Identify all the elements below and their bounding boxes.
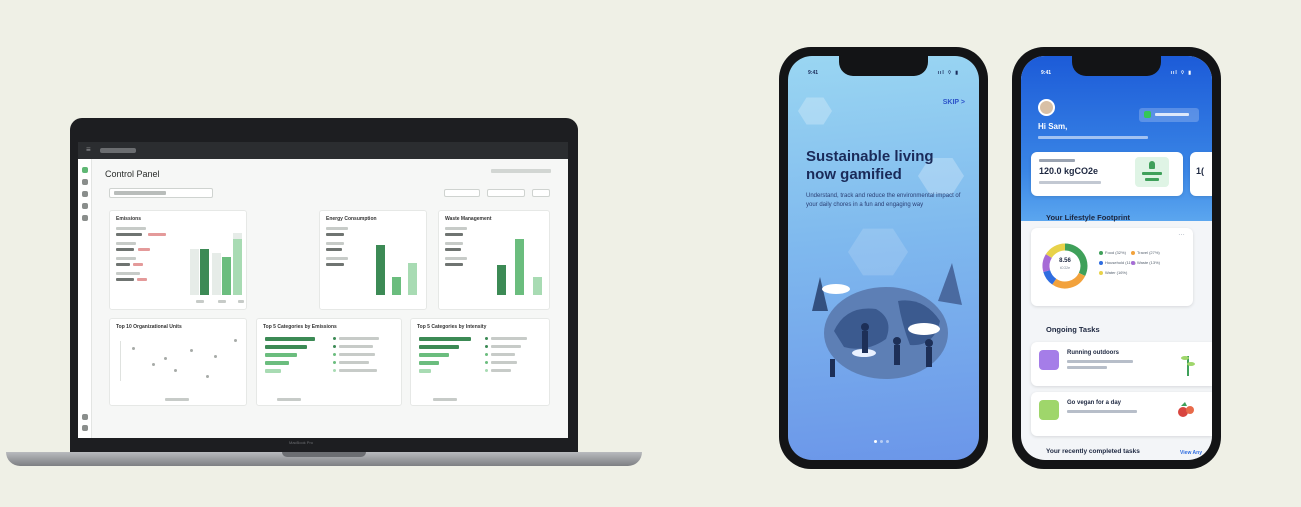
more-icon[interactable]: … <box>1178 230 1185 237</box>
energy-bar-chart <box>376 243 422 295</box>
dashboard-screen: 9:41 ııl ⌔ ▮ Hi Sam, 120.0 kgCO2e 1( You… <box>1021 56 1212 460</box>
sidebar-home-icon[interactable] <box>82 167 88 173</box>
legend-swatch <box>1099 271 1103 275</box>
avatar[interactable] <box>1038 99 1055 116</box>
top-categories-emissions-title: Top 5 Categories by Emissions <box>263 324 337 330</box>
emissions-title: Emissions <box>116 216 142 222</box>
dashboard-phone: 9:41 ııl ⌔ ▮ Hi Sam, 120.0 kgCO2e 1( You… <box>1012 47 1221 469</box>
menu-icon[interactable]: ≡ <box>86 146 91 154</box>
task-card-2[interactable]: Go vegan for a day <box>1031 392 1212 436</box>
waste-title: Waste Management <box>445 216 492 222</box>
top-units-title: Top 10 Organizational Units <box>116 324 182 330</box>
donut-slice <box>1043 269 1057 285</box>
status-icons: ııl ⌔ ▮ <box>1170 70 1192 76</box>
vegetables-icon <box>1178 402 1194 417</box>
energy-panel: Energy Consumption <box>319 210 427 310</box>
phone-notch <box>1072 56 1161 76</box>
unit-select[interactable] <box>487 189 525 197</box>
trees-badge <box>1135 157 1169 187</box>
ongoing-title: Ongoing Tasks <box>1046 325 1100 334</box>
top-bar: ≡ <box>78 142 568 159</box>
sidebar-settings-icon[interactable] <box>82 414 88 420</box>
points-badge[interactable] <box>1139 108 1199 122</box>
sidebar-chart-icon[interactable] <box>82 179 88 185</box>
carbon-label <box>1039 159 1075 162</box>
top-categories-intensity-title: Top 5 Categories by Intensity <box>417 324 487 330</box>
lifestyle-title: Your Lifestyle Footprint <box>1046 213 1131 222</box>
legend-label: Water (16%) <box>1105 270 1128 275</box>
period-select[interactable] <box>444 189 480 197</box>
legend-label: Food (32%) <box>1105 250 1126 255</box>
sidebar-help-icon[interactable] <box>82 425 88 431</box>
onboarding-screen: 9:41 ııl ⌔ ▮ SKIP > Sustainable living n… <box>788 56 979 460</box>
top-categories-emissions-panel: Top 5 Categories by Emissions <box>256 318 402 406</box>
skip-button[interactable]: SKIP > <box>943 99 965 106</box>
legend-label: Waste (13%) <box>1137 260 1160 265</box>
waste-bar-chart <box>497 239 547 295</box>
laptop-screen: ≡ Control Panel Emissions Energy Consump… <box>78 142 568 438</box>
task-card-1[interactable]: Running outdoors <box>1031 342 1212 386</box>
laptop-hinge-notch <box>282 452 366 457</box>
carbon-card-next[interactable]: 1( <box>1190 152 1212 196</box>
task-title: Running outdoors <box>1067 350 1119 356</box>
legend-swatch <box>1131 251 1135 255</box>
donut-slice <box>1052 272 1086 289</box>
last-updated-text <box>491 169 551 173</box>
sidebar <box>78 159 92 438</box>
energy-title: Energy Consumption <box>326 216 377 222</box>
carbon-subtitle <box>1039 181 1101 184</box>
earth-illustration <box>812 263 962 379</box>
top-categories-intensity-panel: Top 5 Categories by Intensity <box>410 318 550 406</box>
page-indicator-3[interactable] <box>886 440 889 443</box>
donut-slice <box>1045 243 1066 259</box>
status-time: 9:41 <box>1041 70 1052 76</box>
brand-logo <box>100 148 136 153</box>
check-icon <box>1144 111 1151 118</box>
onboarding-phone: 9:41 ııl ⌔ ▮ SKIP > Sustainable living n… <box>779 47 988 469</box>
legend-swatch <box>1131 261 1135 265</box>
top-units-panel: Top 10 Organizational Units <box>109 318 247 406</box>
legend-swatch <box>1099 251 1103 255</box>
dashboard-header: 9:41 ııl ⌔ ▮ Hi Sam, <box>1021 56 1212 221</box>
legend-swatch <box>1099 261 1103 265</box>
sidebar-list-icon[interactable] <box>82 191 88 197</box>
onboarding-headline: Sustainable living now gamified <box>806 148 934 183</box>
status-icons: ııl ⌔ ▮ <box>937 70 959 76</box>
vegan-icon <box>1039 400 1059 420</box>
chevron-right-icon: > <box>960 99 965 106</box>
greeting-subtitle <box>1038 136 1148 139</box>
onboarding-subtitle: Understand, track and reduce the environ… <box>806 193 961 208</box>
plant-icon <box>1181 356 1195 376</box>
emissions-bar-chart <box>190 233 242 295</box>
legend-label: Travel (27%) <box>1137 250 1160 255</box>
donut-unit: tCO2e <box>1059 266 1071 270</box>
organization-select[interactable] <box>109 188 213 198</box>
tree-icon <box>1149 161 1155 169</box>
laptop-model-label: MacBook Pro <box>289 440 314 445</box>
waste-panel: Waste Management <box>438 210 550 310</box>
page-indicator-1[interactable] <box>874 440 877 443</box>
carbon-value-next: 1( <box>1196 166 1205 176</box>
sidebar-report-icon[interactable] <box>82 215 88 221</box>
phone-notch <box>839 56 928 76</box>
lifestyle-card[interactable]: 8.56 tCO2e Food (32%) Travel (27%) Househo… <box>1031 228 1193 306</box>
donut-value: 8.56 <box>1059 258 1071 264</box>
emissions-panel: Emissions <box>109 210 247 310</box>
export-button[interactable] <box>532 189 550 197</box>
page-indicator-2[interactable] <box>880 440 883 443</box>
page-title: Control Panel <box>105 169 160 179</box>
running-icon <box>1039 350 1059 370</box>
greeting: Hi Sam, <box>1038 122 1068 131</box>
skip-label: SKIP <box>942 99 959 106</box>
view-all-link[interactable]: View Any <box>1180 450 1202 456</box>
completed-title: Your recently completed tasks <box>1046 448 1140 455</box>
carbon-card[interactable]: 120.0 kgCO2e <box>1031 152 1183 196</box>
status-time: 9:41 <box>808 70 819 76</box>
sidebar-folder-icon[interactable] <box>82 203 88 209</box>
carbon-value: 120.0 kgCO2e <box>1039 166 1099 176</box>
task-title: Go vegan for a day <box>1067 400 1122 406</box>
